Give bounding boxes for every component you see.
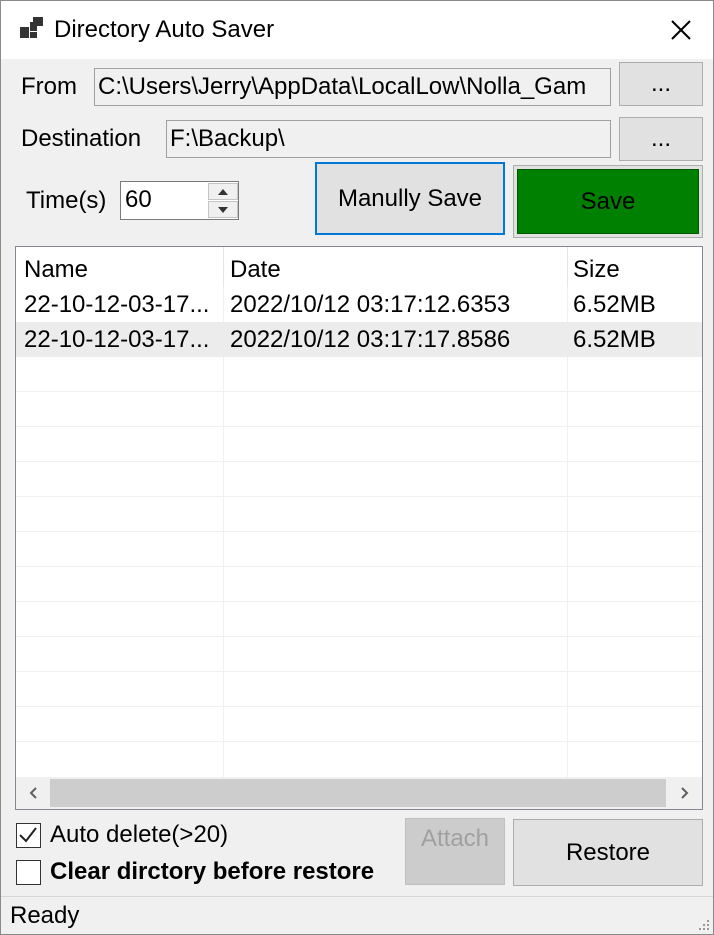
destination-browse-button[interactable]: ... [619, 117, 703, 161]
resize-grip-icon[interactable] [698, 919, 710, 931]
auto-delete-checkbox[interactable] [16, 823, 41, 848]
grid-line [567, 287, 568, 777]
grid-line [16, 671, 702, 672]
column-header-size[interactable]: Size [573, 255, 620, 285]
chevron-up-icon [218, 188, 228, 195]
backup-list[interactable]: Name Date Size 22-10-12-03-17... 2022/10… [15, 246, 703, 810]
from-label: From [21, 73, 77, 100]
from-browse-button[interactable]: ... [619, 62, 703, 106]
title-bar: Directory Auto Saver [1, 1, 713, 59]
grid-line [16, 741, 702, 742]
time-value[interactable]: 60 [125, 185, 152, 215]
grid-line [16, 601, 702, 602]
chevron-right-icon [681, 787, 689, 799]
clear-before-restore-checkbox[interactable] [16, 860, 41, 885]
cell-size: 6.52MB [573, 291, 656, 318]
grid-line [16, 566, 702, 567]
grid-line [16, 531, 702, 532]
grid-line [16, 426, 702, 427]
time-increment-button[interactable] [208, 183, 238, 200]
column-divider[interactable] [567, 247, 568, 287]
destination-label: Destination [21, 125, 142, 152]
column-divider[interactable] [223, 247, 224, 287]
close-icon [671, 20, 691, 40]
checkmark-icon [19, 827, 37, 843]
grid-line [16, 461, 702, 462]
clear-before-restore-label[interactable]: Clear dirctory before restore [50, 857, 374, 887]
save-button-label: Save [517, 169, 699, 234]
table-row[interactable]: 22-10-12-03-17... 2022/10/12 03:17:17.85… [16, 322, 702, 357]
cell-date: 2022/10/12 03:17:12.6353 [230, 291, 511, 318]
table-row[interactable]: 22-10-12-03-17... 2022/10/12 03:17:12.63… [16, 287, 702, 322]
horizontal-scrollbar[interactable] [16, 777, 702, 809]
scroll-thumb[interactable] [50, 779, 666, 807]
grid-line [223, 287, 224, 777]
save-button[interactable]: Save [513, 165, 703, 238]
main-window: Directory Auto Saver From C:\Users\Jerry… [0, 0, 714, 935]
status-text: Ready [10, 902, 80, 929]
grid-line [16, 391, 702, 392]
column-header-date[interactable]: Date [230, 255, 281, 285]
auto-delete-label[interactable]: Auto delete(>20) [50, 820, 228, 850]
time-decrement-button[interactable] [208, 201, 238, 218]
destination-path-field[interactable]: F:\Backup\ [166, 120, 611, 158]
column-header-name[interactable]: Name [24, 255, 88, 285]
app-icon [20, 17, 43, 38]
chevron-left-icon [29, 787, 37, 799]
attach-button[interactable]: Attach [405, 818, 505, 885]
cell-date: 2022/10/12 03:17:17.8586 [230, 326, 511, 353]
chevron-down-icon [218, 206, 228, 213]
grid-line [16, 496, 702, 497]
close-button[interactable] [649, 1, 713, 59]
grid-line [16, 636, 702, 637]
time-stepper[interactable]: 60 [120, 181, 239, 220]
scroll-right-button[interactable] [668, 777, 702, 809]
manual-save-button[interactable]: Manully Save [315, 162, 505, 235]
window-title: Directory Auto Saver [54, 16, 275, 43]
status-bar: Ready [1, 896, 713, 934]
scroll-left-button[interactable] [16, 777, 50, 809]
from-path-field[interactable]: C:\Users\Jerry\AppData\LocalLow\Nolla_Ga… [94, 68, 611, 106]
time-label: Time(s) [26, 187, 107, 214]
grid-line [16, 706, 702, 707]
restore-button[interactable]: Restore [513, 819, 703, 886]
cell-name: 22-10-12-03-17... [24, 326, 210, 353]
cell-name: 22-10-12-03-17... [24, 291, 210, 318]
cell-size: 6.52MB [573, 326, 656, 353]
